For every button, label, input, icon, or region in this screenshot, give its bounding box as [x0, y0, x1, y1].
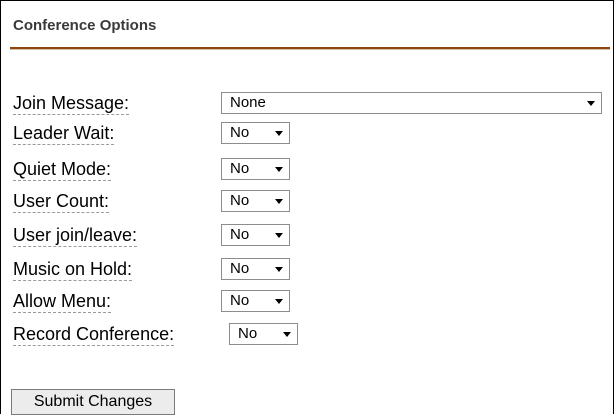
- user-join-leave-value: No: [230, 226, 250, 243]
- join-message-label: Join Message:: [13, 93, 130, 115]
- music-on-hold-select[interactable]: No: [221, 258, 290, 280]
- submit-changes-button[interactable]: Submit Changes: [11, 389, 175, 415]
- chevron-down-icon: [275, 299, 283, 304]
- section-divider: [10, 47, 610, 50]
- user-join-leave-label: User join/leave:: [13, 225, 138, 247]
- quiet-mode-select[interactable]: No: [221, 158, 290, 180]
- chevron-down-icon: [275, 267, 283, 272]
- chevron-down-icon: [275, 233, 283, 238]
- user-join-leave-select[interactable]: No: [221, 224, 290, 246]
- allow-menu-label: Allow Menu:: [13, 291, 112, 313]
- user-count-value: No: [230, 192, 250, 209]
- section-title: Conference Options: [13, 17, 157, 34]
- conference-options-panel: Conference Options Join Message: None Le…: [0, 0, 614, 415]
- quiet-mode-value: No: [230, 160, 250, 177]
- leader-wait-value: No: [230, 124, 250, 141]
- record-conference-value: No: [238, 325, 258, 342]
- chevron-down-icon: [275, 167, 283, 172]
- allow-menu-select[interactable]: No: [221, 290, 290, 312]
- music-on-hold-label: Music on Hold:: [13, 259, 133, 281]
- join-message-value: None: [230, 94, 266, 111]
- chevron-down-icon: [587, 101, 595, 106]
- leader-wait-select[interactable]: No: [221, 122, 290, 144]
- user-count-select[interactable]: No: [221, 190, 290, 212]
- chevron-down-icon: [275, 131, 283, 136]
- music-on-hold-value: No: [230, 260, 250, 277]
- record-conference-select[interactable]: No: [229, 323, 298, 345]
- quiet-mode-label: Quiet Mode:: [13, 159, 112, 181]
- chevron-down-icon: [283, 332, 291, 337]
- join-message-select[interactable]: None: [221, 92, 602, 114]
- record-conference-label: Record Conference:: [13, 324, 175, 346]
- leader-wait-label: Leader Wait:: [13, 123, 115, 145]
- user-count-label: User Count:: [13, 191, 110, 213]
- chevron-down-icon: [275, 199, 283, 204]
- allow-menu-value: No: [230, 292, 250, 309]
